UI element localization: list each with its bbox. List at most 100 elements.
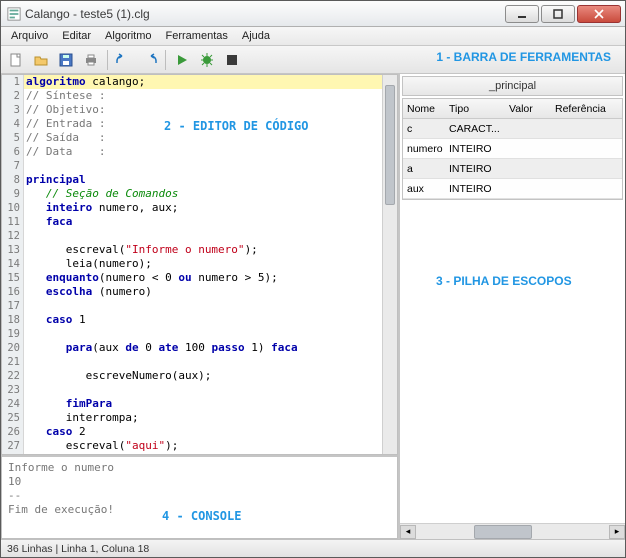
code-line[interactable]: // Seção de Comandos	[24, 187, 382, 201]
open-icon[interactable]	[30, 49, 52, 71]
code-line[interactable]: faca	[24, 215, 382, 229]
code-line[interactable]: // Entrada :	[24, 117, 382, 131]
minimize-button[interactable]	[505, 5, 539, 23]
line-number: 2	[2, 89, 23, 103]
line-number: 13	[2, 243, 23, 257]
line-number: 3	[2, 103, 23, 117]
code-line[interactable]: // Data :	[24, 145, 382, 159]
save-icon[interactable]	[55, 49, 77, 71]
menu-arquivo[interactable]: Arquivo	[5, 29, 54, 43]
titlebar[interactable]: Calango - teste5 (1).clg	[1, 1, 625, 27]
line-number: 24	[2, 397, 23, 411]
code-line[interactable]: escreval("aqui");	[24, 439, 382, 453]
code-line[interactable]: algoritmo calango;	[24, 75, 382, 89]
code-line[interactable]	[24, 327, 382, 341]
statusbar: 36 Linhas | Linha 1, Coluna 18	[1, 539, 625, 557]
line-number: 8	[2, 173, 23, 187]
status-text: 36 Linhas | Linha 1, Coluna 18	[7, 543, 149, 555]
table-row[interactable]: cCARACT...	[403, 119, 622, 139]
menu-ferramentas[interactable]: Ferramentas	[160, 29, 234, 43]
table-row[interactable]: aINTEIRO	[403, 159, 622, 179]
code-editor[interactable]: 1234567891011121314151617181920212223242…	[1, 74, 398, 455]
line-gutter: 1234567891011121314151617181920212223242…	[2, 75, 24, 454]
line-number: 14	[2, 257, 23, 271]
code-line[interactable]	[24, 159, 382, 173]
menu-algoritmo[interactable]: Algoritmo	[99, 29, 157, 43]
column-header[interactable]: Nome	[403, 103, 445, 115]
column-header[interactable]: Referência	[551, 103, 622, 115]
scope-title[interactable]: _principal	[402, 76, 623, 96]
code-line[interactable]: // Saída :	[24, 131, 382, 145]
line-number: 4	[2, 117, 23, 131]
code-area[interactable]: 2 - EDITOR DE CÓDIGO algoritmo calango;/…	[24, 75, 382, 454]
scroll-right-icon[interactable]: ▸	[609, 525, 625, 539]
run-icon[interactable]	[171, 49, 193, 71]
code-line[interactable]: principal	[24, 173, 382, 187]
toolbar: 1 - BARRA DE FERRAMENTAS	[1, 46, 625, 74]
code-line[interactable]: caso 2	[24, 425, 382, 439]
line-number: 7	[2, 159, 23, 173]
menu-ajuda[interactable]: Ajuda	[236, 29, 276, 43]
line-number: 23	[2, 383, 23, 397]
code-line[interactable]: interrompa;	[24, 411, 382, 425]
line-number: 5	[2, 131, 23, 145]
console[interactable]: Informe o numero10--Fim de execução!4 - …	[1, 455, 398, 539]
menu-editar[interactable]: Editar	[56, 29, 97, 43]
maximize-button[interactable]	[541, 5, 575, 23]
column-header[interactable]: Valor	[505, 103, 551, 115]
menubar: ArquivoEditarAlgoritmoFerramentasAjuda	[1, 27, 625, 46]
console-line: 10	[8, 475, 391, 489]
redo-icon[interactable]	[138, 49, 160, 71]
annotation-console: 4 - CONSOLE	[162, 509, 241, 523]
table-row[interactable]: auxINTEIRO	[403, 179, 622, 199]
code-line[interactable]	[24, 355, 382, 369]
code-line[interactable]: // Síntese :	[24, 89, 382, 103]
code-line[interactable]: escolha (numero)	[24, 285, 382, 299]
print-icon[interactable]	[80, 49, 102, 71]
table-cell: INTEIRO	[445, 183, 505, 195]
code-line[interactable]: para(aux de 0 ate 100 passo 1) faca	[24, 341, 382, 355]
table-row[interactable]: numeroINTEIRO	[403, 139, 622, 159]
table-header-row: NomeTipoValorReferência	[403, 99, 622, 119]
stack-h-scrollbar[interactable]: ◂ ▸	[400, 523, 625, 539]
code-line[interactable]: caso 1	[24, 313, 382, 327]
code-line[interactable]: escreveNumero(aux);	[24, 369, 382, 383]
line-number: 6	[2, 145, 23, 159]
code-line[interactable]: enquanto(numero < 0 ou numero > 5);	[24, 271, 382, 285]
toolbar-separator	[165, 50, 166, 70]
code-line[interactable]: inteiro numero, aux;	[24, 201, 382, 215]
scrollbar-thumb[interactable]	[474, 525, 532, 539]
scope-table: NomeTipoValorReferênciacCARACT...numeroI…	[402, 98, 623, 200]
table-cell: numero	[403, 143, 445, 155]
scroll-left-icon[interactable]: ◂	[400, 525, 416, 539]
line-number: 11	[2, 215, 23, 229]
line-number: 20	[2, 341, 23, 355]
close-button[interactable]	[577, 5, 621, 23]
line-number: 9	[2, 187, 23, 201]
code-line[interactable]: // Objetivo:	[24, 103, 382, 117]
code-line[interactable]	[24, 229, 382, 243]
line-number: 19	[2, 327, 23, 341]
code-line[interactable]	[24, 299, 382, 313]
app-icon	[7, 7, 21, 21]
code-line[interactable]	[24, 383, 382, 397]
code-line[interactable]	[24, 453, 382, 454]
line-number: 16	[2, 285, 23, 299]
console-line: Informe o numero	[8, 461, 391, 475]
new-file-icon[interactable]	[5, 49, 27, 71]
editor-scrollbar[interactable]	[382, 75, 397, 454]
code-line[interactable]: leia(numero);	[24, 257, 382, 271]
column-header[interactable]: Tipo	[445, 103, 505, 115]
line-number: 1	[2, 75, 23, 89]
stop-icon[interactable]	[221, 49, 243, 71]
app-window: Calango - teste5 (1).clg ArquivoEditarAl…	[0, 0, 626, 558]
undo-icon[interactable]	[113, 49, 135, 71]
table-cell: INTEIRO	[445, 163, 505, 175]
annotation-stack: 3 - PILHA DE ESCOPOS	[436, 274, 572, 288]
code-line[interactable]: fimPara	[24, 397, 382, 411]
code-line[interactable]: escreval("Informe o numero");	[24, 243, 382, 257]
annotation-toolbar: 1 - BARRA DE FERRAMENTAS	[436, 50, 611, 64]
scrollbar-thumb[interactable]	[385, 85, 395, 205]
line-number: 10	[2, 201, 23, 215]
debug-icon[interactable]	[196, 49, 218, 71]
